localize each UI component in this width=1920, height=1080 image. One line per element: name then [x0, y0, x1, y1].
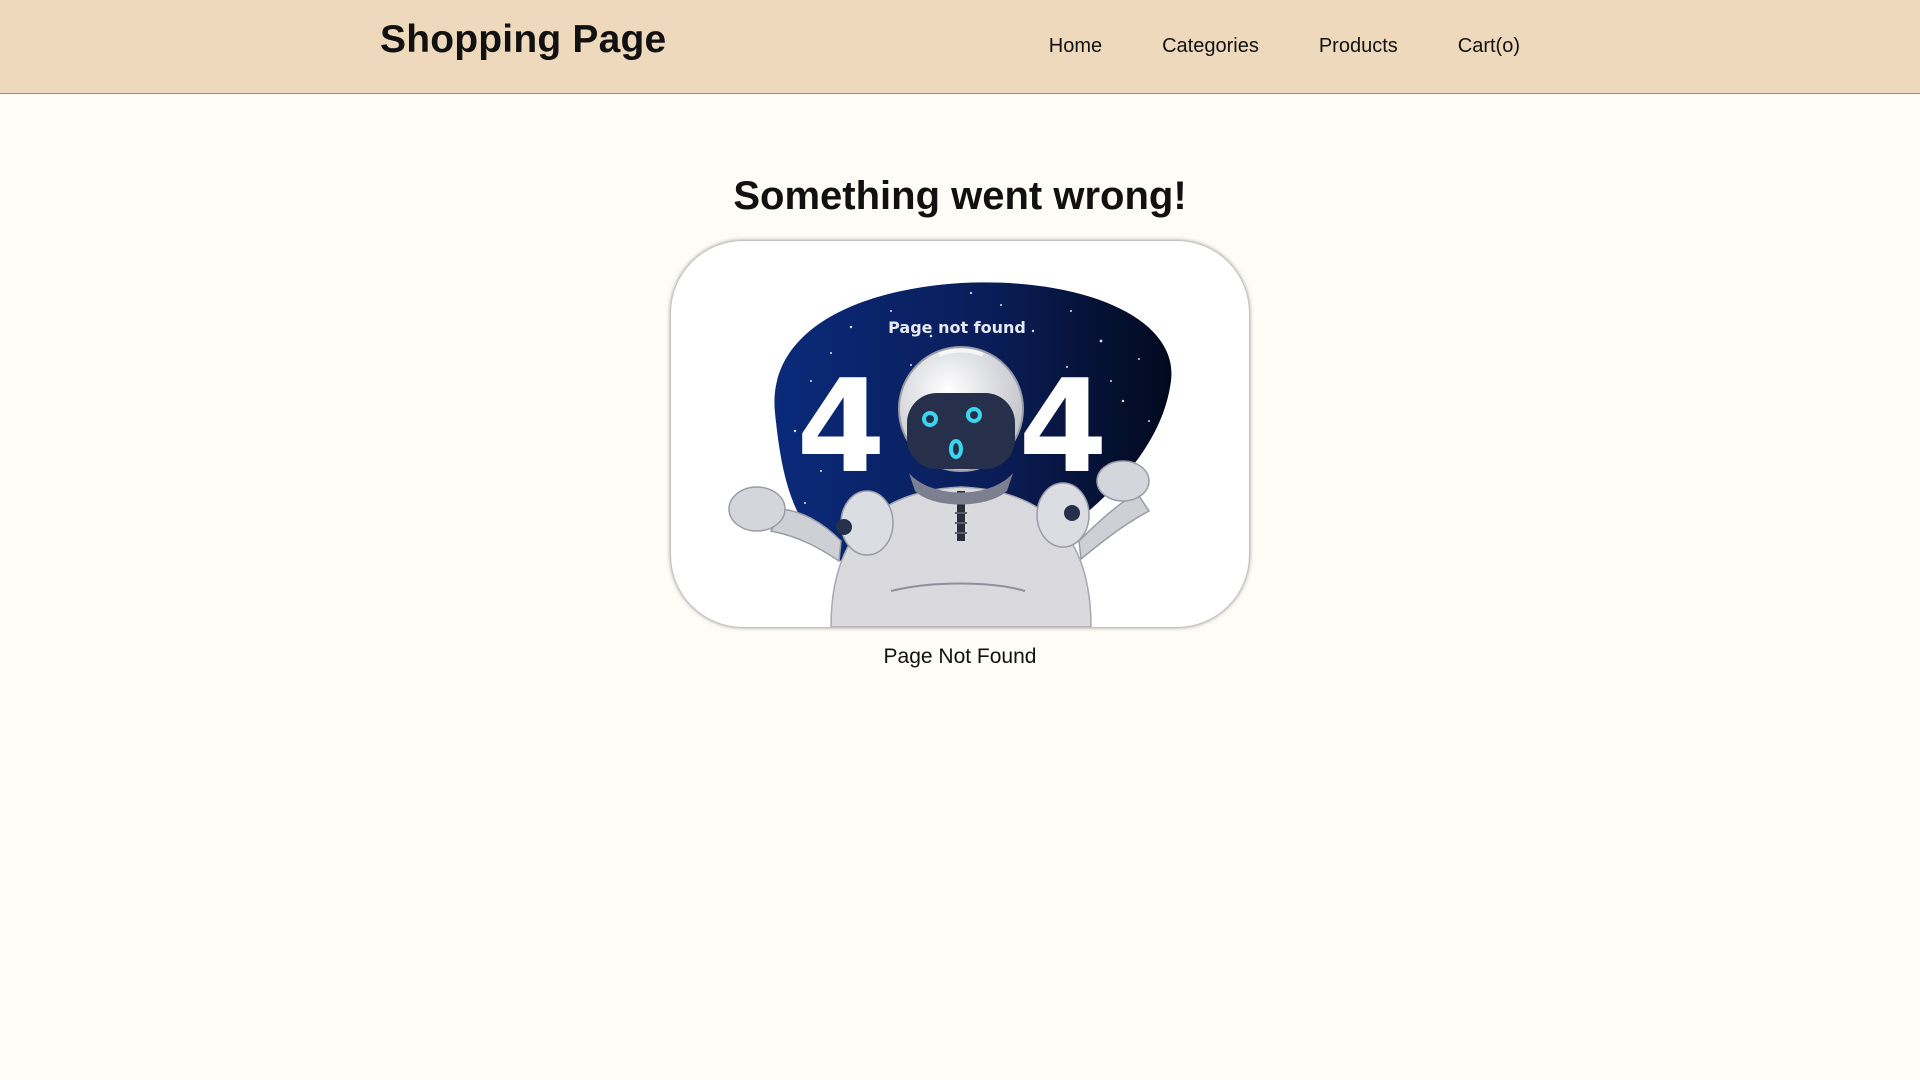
nav-links: Home Categories Products Cart(o): [1049, 32, 1520, 60]
page-title: Something went wrong!: [733, 174, 1187, 218]
digit-four-right: 4: [1018, 353, 1107, 502]
nav-link-products[interactable]: Products: [1319, 32, 1398, 60]
digit-four-left: 4: [796, 353, 885, 502]
header-navbar: Shopping Page Home Categories Products C…: [0, 0, 1920, 94]
main-content: Something went wrong! Page not found 4 4…: [0, 94, 1920, 1080]
error-caption: Page Not Found: [883, 645, 1037, 668]
nav-link-categories[interactable]: Categories: [1162, 32, 1259, 60]
brand-title[interactable]: Shopping Page: [380, 18, 666, 62]
error-illustration-card: Page not found 4 4: [671, 241, 1249, 627]
nav-link-home[interactable]: Home: [1049, 32, 1102, 60]
nav-link-cart[interactable]: Cart(o): [1458, 32, 1520, 60]
robot-404-illustration: Page not found 4 4: [728, 282, 1172, 627]
illustration-subtitle: Page not found: [888, 318, 1026, 337]
robot-visor: [907, 393, 1015, 469]
